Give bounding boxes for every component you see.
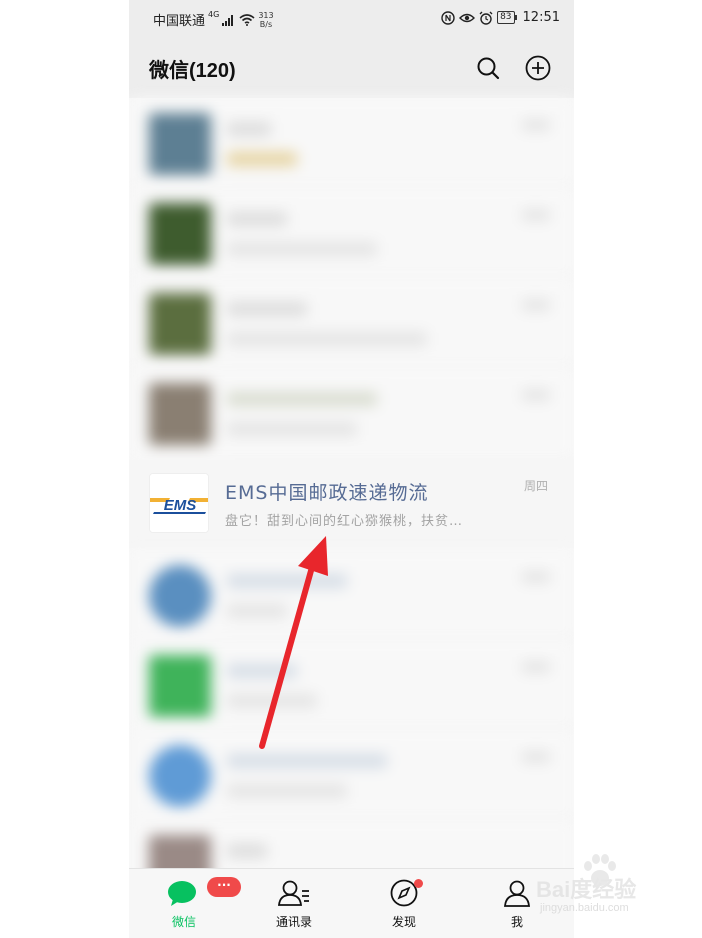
net-speed-value: 313 (258, 10, 274, 20)
divider (225, 457, 574, 458)
net-speed-unit: B/s (259, 19, 273, 29)
chat-row-ems[interactable]: EMS EMS中国邮政速递物流 盘它！甜到心间的红心猕猴桃，扶贫… 周四 (129, 460, 574, 548)
tab-contacts[interactable]: 通讯录 (254, 869, 334, 938)
baidu-watermark: Bai度经验 jingyan.baidu.com (536, 854, 696, 920)
placeholder-line (227, 664, 297, 678)
chat-row-blurred[interactable] (129, 188, 574, 278)
chat-row-blurred[interactable] (129, 278, 574, 368)
battery-icon: 83 (497, 11, 518, 24)
placeholder-line (227, 152, 297, 166)
chat-row-blurred[interactable] (129, 730, 574, 820)
avatar (149, 113, 211, 175)
avatar (149, 293, 211, 355)
placeholder-line (227, 784, 347, 798)
add-button[interactable] (522, 52, 554, 84)
tab-icon-wrap (497, 877, 537, 909)
person-icon (504, 880, 530, 907)
tab-label: 通讯录 (275, 915, 312, 929)
avatar (149, 383, 211, 445)
chat-list: EMS EMS中国邮政速递物流 盘它！甜到心间的红心猕猴桃，扶贫… 周四 (129, 98, 574, 910)
tab-icon-wrap (164, 877, 204, 909)
placeholder-time (522, 120, 550, 130)
signal-icon (222, 14, 234, 26)
carrier-label: 中国联通 (153, 14, 206, 29)
placeholder-line (227, 754, 387, 768)
ems-logo: EMS (150, 474, 208, 532)
nfc-icon (441, 10, 455, 25)
placeholder-time (522, 572, 550, 582)
placeholder-line (227, 574, 347, 588)
clock-label: 12:51 (522, 10, 560, 25)
placeholder-time (522, 300, 550, 310)
alarm-icon (479, 11, 493, 25)
tab-label: 微信 (171, 915, 196, 929)
placeholder-time (522, 390, 550, 400)
placeholder-time (522, 752, 550, 762)
avatar (149, 745, 211, 807)
new-dot-badge (414, 879, 423, 888)
avatar (149, 203, 211, 265)
avatar (149, 565, 211, 627)
tab-label: 发现 (391, 915, 416, 929)
placeholder-line (227, 422, 357, 436)
ems-logo-avatar: EMS (149, 473, 209, 533)
unread-badge: ··· (207, 877, 241, 897)
watermark-brand: Bai度经验 (536, 877, 637, 902)
chat-preview: 盘它！甜到心间的红心猕猴桃，扶贫… (225, 514, 464, 529)
eye-icon (459, 13, 476, 22)
search-button[interactable] (472, 52, 504, 84)
net-speed: 313 B/s (258, 11, 273, 29)
ems-logo-text: EMS (164, 497, 197, 514)
tab-icon-wrap (274, 877, 314, 909)
search-icon (477, 57, 500, 80)
placeholder-line (227, 212, 287, 226)
chat-name: EMS中国邮政速递物流 (225, 482, 429, 504)
status-bar: 中国联通 4G 313 B/s 83 12:51 (129, 0, 574, 38)
chat-row-blurred[interactable] (129, 368, 574, 458)
placeholder-time (522, 210, 550, 220)
tab-discover[interactable]: 发现 (364, 869, 444, 938)
placeholder-line (227, 122, 271, 136)
wifi-icon (239, 13, 255, 26)
contacts-icon (278, 880, 309, 906)
avatar (149, 655, 211, 717)
status-left: 中国联通 4G 313 B/s (153, 10, 274, 29)
placeholder-line (227, 242, 377, 256)
phone-screen: 中国联通 4G 313 B/s 83 12:51 微信(120) EMS EMS… (129, 0, 574, 938)
chat-row-blurred[interactable] (129, 98, 574, 188)
chat-row-blurred[interactable] (129, 550, 574, 640)
tab-chats[interactable]: ··· 微信 (144, 869, 241, 938)
chat-bubble-icon (168, 881, 196, 906)
placeholder-line (227, 844, 267, 858)
chat-row-blurred[interactable] (129, 640, 574, 730)
plus-circle-icon (525, 55, 551, 81)
placeholder-line (227, 332, 427, 346)
placeholder-line (227, 604, 287, 618)
bottom-tab-bar: ··· 微信 通讯录 发现 我 (129, 868, 574, 938)
placeholder-time (522, 662, 550, 672)
signal-type-label: 4G (208, 10, 220, 19)
app-header: 微信(120) (129, 38, 574, 98)
page-title: 微信(120) (149, 60, 236, 82)
placeholder-line (227, 302, 307, 316)
placeholder-line (227, 392, 377, 406)
watermark-url: jingyan.baidu.com (540, 902, 629, 914)
status-right: 83 12:51 (441, 10, 560, 25)
chat-time: 周四 (523, 479, 548, 493)
placeholder-line (227, 694, 317, 708)
